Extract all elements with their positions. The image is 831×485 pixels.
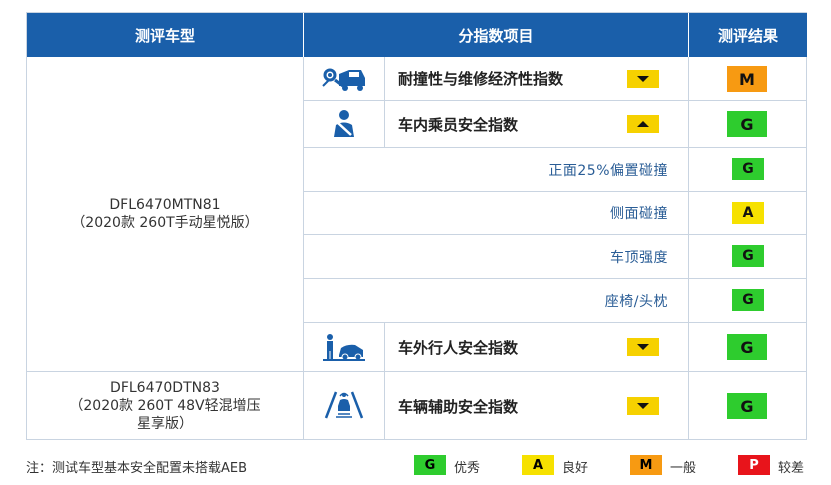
model-1-desc: （2020款 260T手动星悦版） [71, 215, 259, 231]
legend-badge-a: A [522, 455, 554, 475]
header-item: 分指数项目 [304, 13, 688, 57]
model-2-desc: （2020款 260T 48V轻混增压 [69, 398, 261, 414]
seated-occupant-icon [309, 105, 379, 143]
index-label-durability: 耐撞性与维修经济性指数 [398, 70, 564, 88]
result-badge-durability: M [727, 66, 767, 92]
sub-item-frontal-offset: 正面25%偏置碰撞 [548, 162, 668, 179]
index-label-assist: 车辆辅助安全指数 [398, 397, 519, 416]
index-label-pedestrian: 车外行人安全指数 [398, 338, 519, 357]
pedestrian-car-icon [309, 329, 379, 365]
rating-table: 测评车型 分指数项目 测评结果 DFL6470MTN81 （2020款 260T… [26, 12, 807, 440]
legend-badge-g: G [414, 455, 446, 475]
arrow-down-row7 [627, 397, 659, 415]
legend-label-m: 一般 [670, 461, 697, 476]
lane-assist-icon [309, 385, 379, 425]
model-1: DFL6470MTN81 （2020款 260T手动星悦版） [27, 57, 303, 371]
header-result: 测评结果 [689, 13, 807, 57]
sub-item-side-impact: 侧面碰撞 [610, 206, 668, 222]
header-model: 测评车型 [27, 13, 303, 57]
result-badge-occupant: G [727, 111, 767, 137]
model-1-code: DFL6470MTN81 [109, 197, 221, 213]
legend-label-g: 优秀 [454, 461, 481, 476]
result-badge-frontal-offset: G [732, 158, 764, 180]
result-badge-assist: G [727, 393, 767, 419]
result-badge-side-impact: A [732, 202, 764, 224]
legend-badge-p: P [738, 455, 770, 475]
legend-label-a: 良好 [562, 461, 589, 476]
index-label-occupant: 车内乘员安全指数 [398, 115, 519, 134]
model-2: DFL6470DTN83 （2020款 260T 48V轻混增压 星享版） [27, 372, 303, 440]
arrow-down-row6 [627, 338, 659, 356]
footnote: 注：测试车型基本安全配置未搭载AEB [26, 461, 248, 476]
model-2-desc2: 星享版） [137, 416, 193, 432]
result-badge-roof-strength: G [732, 245, 764, 267]
arrow-down-row0 [627, 70, 659, 88]
legend-badge-m: M [630, 455, 662, 475]
arrow-up-row1 [627, 115, 659, 133]
car-repair-icon [309, 63, 379, 95]
result-badge-pedestrian: G [727, 334, 767, 360]
legend-label-p: 较差 [778, 461, 805, 476]
model-2-code: DFL6470DTN83 [110, 380, 220, 396]
sub-item-roof-strength: 车顶强度 [610, 249, 668, 266]
result-badge-seat-headrest: G [732, 289, 764, 311]
sub-item-seat-headrest: 座椅/头枕 [604, 293, 668, 310]
